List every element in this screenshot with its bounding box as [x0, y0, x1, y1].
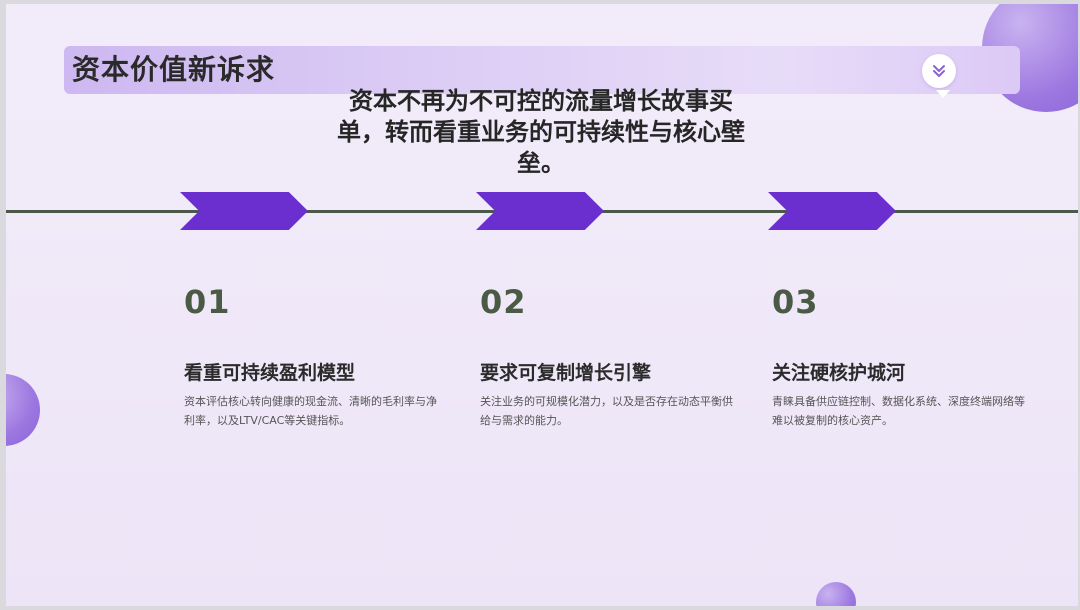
column-heading: 要求可复制增长引擎 — [480, 362, 652, 384]
column-description: 关注业务的可规模化潜力，以及是否存在动态平衡供给与需求的能力。 — [480, 395, 733, 427]
decorative-circle-bottom — [816, 582, 856, 606]
speech-bubble — [922, 54, 956, 88]
chevron-marker-3 — [768, 192, 896, 230]
column-3: 03 关注硬核护城河 青睐具备供应链控制、数据化系统、深度终端网络等难以被复制的… — [772, 282, 1032, 430]
column-number: 03 — [772, 283, 819, 321]
chevron-marker-2 — [476, 192, 604, 230]
speech-bubble-tail — [936, 90, 950, 98]
column-heading: 看重可持续盈利模型 — [184, 362, 356, 384]
slide-title: 资本价值新诉求 — [72, 53, 276, 86]
column-heading: 关注硬核护城河 — [772, 362, 906, 384]
column-description: 资本评估核心转向健康的现金流、清晰的毛利率与净利率，以及LTV/CAC等关键指标… — [184, 395, 437, 427]
column-1: 01 看重可持续盈利模型 资本评估核心转向健康的现金流、清晰的毛利率与净利率，以… — [184, 282, 444, 430]
column-number: 01 — [184, 283, 231, 321]
column-2: 02 要求可复制增长引擎 关注业务的可规模化潜力，以及是否存在动态平衡供给与需求… — [480, 282, 740, 430]
double-chevron-down-icon — [933, 65, 945, 77]
slide-subtitle: 资本不再为不可控的流量增长故事买单，转而看重业务的可持续性与核心壁垒。 — [337, 87, 745, 177]
column-number: 02 — [480, 283, 527, 321]
column-description: 青睐具备供应链控制、数据化系统、深度终端网络等难以被复制的核心资产。 — [772, 395, 1025, 427]
decorative-circle-left — [6, 374, 40, 446]
slide: 资本价值新诉求 资本不再为不可控的流量增长故事买单，转而看重业务的可持续性与核心… — [6, 4, 1078, 606]
